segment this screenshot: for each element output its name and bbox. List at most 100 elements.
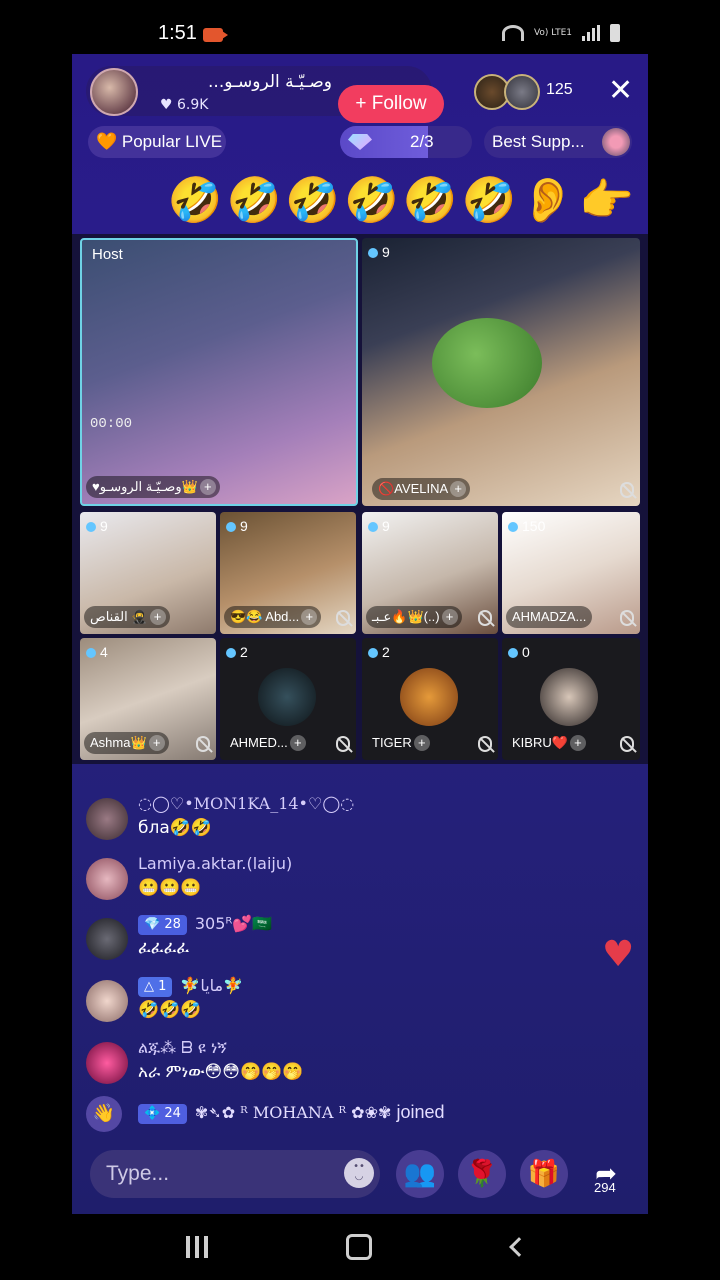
follow-button[interactable]: + Follow <box>338 85 444 123</box>
status-icons: Vo) LTE1 <box>501 24 620 42</box>
guest-invite-button[interactable]: 👥 <box>396 1150 444 1198</box>
progress-text: 2/3 <box>410 132 434 151</box>
host-info-pill[interactable]: وصـيّـة الروسـو... ♥ 6.9K + Follow <box>86 66 444 123</box>
signal-icon <box>582 25 600 41</box>
guest-audio-tile[interactable]: 2 AHMED... + <box>220 638 356 760</box>
tile-name-text: عـبـ🔥👑(..) <box>372 609 440 624</box>
tile-name[interactable]: KIBRU❤️ + <box>506 732 590 754</box>
add-icon[interactable]: + <box>450 481 467 497</box>
back-button[interactable] <box>509 1237 529 1257</box>
popular-live-chip[interactable]: 🧡 Popular LIVE <box>88 126 226 158</box>
joined-suffix: joined <box>396 1102 445 1122</box>
tile-badge: 9 <box>226 518 248 534</box>
add-icon[interactable]: + <box>289 735 306 751</box>
chat-text: бла🤣🤣 <box>138 818 213 838</box>
chat-username[interactable]: △ 1 🧚مايا🧚 <box>138 976 243 997</box>
gift-progress-chip[interactable]: 2/3 <box>340 126 472 158</box>
chat-username[interactable]: 💎 28 305ᴿ💕🇸🇦 <box>138 914 272 935</box>
guest-video-tile[interactable]: 9 🚫AVELINA + <box>362 238 640 506</box>
tile-badge: 2 <box>226 644 248 660</box>
guest-video-tile[interactable]: 9 عـبـ🔥👑(..) + <box>362 512 498 634</box>
tile-name-text: 😎😂 Abd... <box>230 609 300 624</box>
mic-muted-icon <box>478 610 492 626</box>
tile-name[interactable]: ♥وصـيّـة الروسـو👑 + <box>86 476 220 498</box>
level-badge: 💠 24 <box>138 1104 187 1124</box>
guest-video-tile[interactable]: 150 AHMADZA... <box>502 512 640 634</box>
tile-badge: 2 <box>368 644 390 660</box>
chat-avatar[interactable] <box>86 858 128 900</box>
add-icon[interactable]: + <box>148 735 165 751</box>
tile-name-text: TIGER <box>372 735 412 750</box>
guest-avatar <box>400 668 458 726</box>
tile-name-text: Ashma👑 <box>90 735 147 750</box>
frog-image <box>432 318 542 408</box>
guest-video-tile[interactable]: 4 Ashma👑 + <box>80 638 216 760</box>
host-video-tile[interactable]: Host 00:00 ♥وصـيّـة الروسـو👑 + <box>80 238 358 506</box>
chat-text: 🤣🤣🤣 <box>138 1000 202 1020</box>
tile-name-text: القناص 🥷 <box>90 609 148 624</box>
viewer-count[interactable]: 125 <box>546 81 573 99</box>
tile-name[interactable]: AHMED... + <box>224 732 310 754</box>
add-icon[interactable]: + <box>199 479 216 495</box>
joined-username[interactable]: ✾➴✿ ᴿ MOHANA ᴿ ✿❀✾ <box>195 1103 392 1122</box>
emoji-icon[interactable] <box>344 1158 374 1188</box>
chat-avatar[interactable] <box>86 918 128 960</box>
add-icon[interactable]: + <box>441 609 458 625</box>
chat-username-text: 305ᴿ💕🇸🇦 <box>194 914 273 933</box>
tile-name[interactable]: 😎😂 Abd... + <box>224 606 322 628</box>
tile-name-text: AHMADZA... <box>512 609 587 624</box>
tile-badge: 0 <box>508 644 530 660</box>
guest-video-tile[interactable]: 9 القناص 🥷 + <box>80 512 216 634</box>
host-label: Host <box>92 246 123 263</box>
top-viewer-avatar[interactable] <box>504 74 540 110</box>
host-avatar[interactable] <box>90 68 138 116</box>
chat-avatar[interactable] <box>86 980 128 1022</box>
guest-avatar <box>540 668 598 726</box>
tile-name[interactable]: القناص 🥷 + <box>84 606 170 628</box>
chat-avatar[interactable] <box>86 798 128 840</box>
bottom-bar: 👥 🌹 🎁 ➦ 294 <box>72 1140 648 1214</box>
floating-heart-icon: ♥ <box>602 934 635 975</box>
wifi-icon <box>501 25 524 41</box>
host-name: وصـيّـة الروسـو... <box>208 72 332 92</box>
chat-avatar[interactable] <box>86 1042 128 1084</box>
screen-record-icon <box>203 28 228 42</box>
share-count: 294 <box>594 1180 616 1195</box>
tile-name[interactable]: TIGER + <box>366 732 434 754</box>
tile-name[interactable]: Ashma👑 + <box>84 732 169 754</box>
wave-hand-icon[interactable]: 👋 <box>86 1096 122 1132</box>
add-icon[interactable]: + <box>413 735 430 751</box>
chat-username[interactable]: Lamiya.aktar.(laiju) <box>138 854 292 873</box>
recent-apps-button[interactable] <box>186 1236 210 1258</box>
guest-avatar <box>258 668 316 726</box>
add-icon[interactable]: + <box>569 735 586 751</box>
add-icon[interactable]: + <box>301 609 318 625</box>
tile-name-text: AHMED... <box>230 735 288 750</box>
flower-icon <box>602 128 630 156</box>
mic-muted-icon <box>196 736 210 752</box>
chat-username[interactable]: ልጁ⁂ ᗷ ዩ ነኝ <box>138 1038 227 1058</box>
chat-username[interactable]: ◌◯♡•MON1KA_14•♡◯◌ <box>138 794 354 813</box>
guest-audio-tile[interactable]: 2 TIGER + <box>362 638 498 760</box>
chat-input[interactable] <box>90 1150 380 1198</box>
rose-gift-button[interactable]: 🌹 <box>458 1150 506 1198</box>
guest-video-tile[interactable]: 9 😎😂 Abd... + <box>220 512 356 634</box>
tile-badge: 4 <box>86 644 108 660</box>
tile-badge: 150 <box>508 518 545 534</box>
add-icon[interactable]: + <box>149 609 166 625</box>
emoji-banner: 🤣🤣🤣🤣🤣🤣👂👉 <box>167 175 638 226</box>
host-likes: ♥ 6.9K <box>160 97 209 113</box>
tile-badge: 9 <box>368 518 390 534</box>
tile-name[interactable]: 🚫AVELINA + <box>372 478 471 500</box>
timer: 00:00 <box>90 416 133 432</box>
gift-button[interactable]: 🎁 <box>520 1150 568 1198</box>
level-badge: 💎 28 <box>138 915 187 935</box>
home-button[interactable] <box>346 1234 372 1260</box>
close-button[interactable]: ✕ <box>608 76 633 106</box>
tile-name[interactable]: AHMADZA... <box>506 606 593 628</box>
mic-muted-icon <box>620 736 634 752</box>
guest-audio-tile[interactable]: 0 KIBRU❤️ + <box>502 638 640 760</box>
tile-name[interactable]: عـبـ🔥👑(..) + <box>366 606 462 628</box>
best-supporter-chip[interactable]: Best Supp... <box>484 126 632 158</box>
chat-text: ፈፈፈፈ <box>138 938 190 958</box>
